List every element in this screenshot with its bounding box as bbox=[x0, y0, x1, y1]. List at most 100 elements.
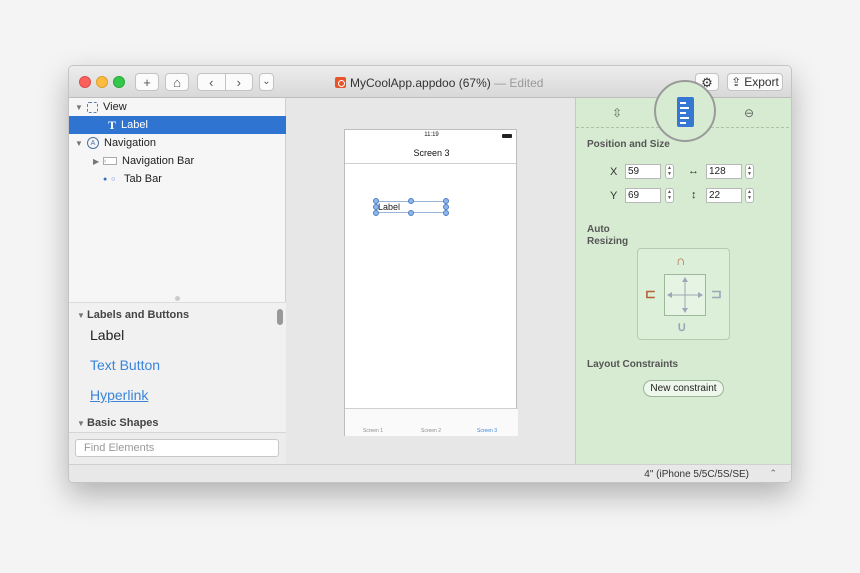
share-icon: ⇪ bbox=[731, 75, 742, 89]
tab-screen-2[interactable]: Screen 2 bbox=[411, 428, 451, 434]
document-title: MyCoolApp.appdoo (67%) — Edited bbox=[335, 76, 543, 90]
tree-item-view[interactable]: ▼ View bbox=[69, 98, 286, 116]
phone-screen[interactable]: 11:19 Screen 3 Label Screen 1 Screen 2 S… bbox=[344, 129, 518, 436]
view-icon bbox=[87, 101, 98, 113]
tree-item-label: Label bbox=[121, 119, 148, 131]
forward-button[interactable]: › bbox=[224, 74, 253, 90]
resize-handle-bottom[interactable] bbox=[408, 210, 414, 216]
document-status: — Edited bbox=[494, 76, 544, 90]
disclosure-triangle-icon[interactable]: ▼ bbox=[75, 103, 85, 112]
disclosure-triangle-icon[interactable]: ▶ bbox=[93, 157, 103, 166]
library-section-labels-buttons[interactable]: ▼ Labels and Buttons bbox=[77, 309, 189, 321]
navigation-segment: ‹ › bbox=[197, 73, 253, 91]
compass-icon: A bbox=[87, 137, 99, 149]
tab-screen-3[interactable]: Screen 3 bbox=[467, 428, 507, 434]
find-elements-input[interactable] bbox=[75, 439, 279, 457]
battery-icon bbox=[502, 134, 512, 138]
x-field[interactable]: 59 bbox=[625, 164, 661, 179]
status-bar: 4" (iPhone 5/5C/5S/SE) ⌃ bbox=[69, 464, 791, 482]
navigation-bar-icon: ‹ bbox=[103, 157, 117, 165]
tree-item-label: Tab Bar bbox=[124, 173, 162, 185]
resize-inner-box bbox=[664, 274, 706, 316]
auto-resizing-control[interactable]: ∩ ⊏ ⊐ ∪ bbox=[637, 248, 730, 340]
tab-screen-1[interactable]: Screen 1 bbox=[353, 428, 393, 434]
ruler-icon bbox=[677, 97, 694, 127]
new-constraint-button[interactable]: New constraint bbox=[643, 380, 724, 397]
design-canvas[interactable]: 11:19 Screen 3 Label Screen 1 Screen 2 S… bbox=[286, 98, 575, 464]
search-bar bbox=[69, 432, 286, 464]
disclosure-triangle-icon[interactable]: ▼ bbox=[75, 139, 85, 148]
inspector-tabs: ⇳ ⊖ bbox=[576, 80, 791, 142]
inspector-panel: ⇳ ⊖ Position and Size X 59 ▲ ▼ ↔ 128 ▲ ▼ Y… bbox=[575, 80, 791, 464]
properties-tab-icon[interactable]: ⇳ bbox=[612, 106, 622, 120]
screen-title: Screen 3 bbox=[413, 148, 450, 158]
left-magnet-icon[interactable]: ⊏ bbox=[645, 286, 656, 302]
left-sidebar: ▼ View T Label ▼ A Navigation ▶ ‹ Naviga… bbox=[69, 98, 286, 464]
resize-handle-bottom-right[interactable] bbox=[443, 210, 449, 216]
height-icon: ↕ bbox=[691, 189, 697, 201]
library-section-title: Basic Shapes bbox=[87, 417, 159, 429]
export-label: Export bbox=[744, 75, 779, 89]
width-stepper[interactable]: ▲ ▼ bbox=[745, 164, 754, 179]
panel-splitter[interactable] bbox=[69, 296, 286, 301]
tree-item-label: Navigation Bar bbox=[122, 155, 195, 167]
tree-item-navigation-bar[interactable]: ▶ ‹ Navigation Bar bbox=[69, 152, 286, 170]
right-magnet-icon[interactable]: ⊐ bbox=[711, 286, 722, 302]
chevron-down-icon: ⌄ bbox=[262, 76, 271, 87]
y-stepper[interactable]: ▲ ▼ bbox=[665, 188, 674, 203]
library-item-label[interactable]: Label bbox=[90, 327, 124, 343]
disclosure-triangle-icon: ▼ bbox=[77, 419, 85, 428]
home-icon: ⌂ bbox=[173, 74, 181, 90]
status-bar-time: 11:19 bbox=[424, 132, 439, 138]
library-scrollbar[interactable] bbox=[277, 309, 283, 325]
library-item-text-button[interactable]: Text Button bbox=[90, 357, 160, 373]
resize-handle-bottom-left[interactable] bbox=[373, 210, 379, 216]
interaction-tab-icon[interactable]: ⊖ bbox=[744, 106, 754, 120]
resize-handle-top[interactable] bbox=[408, 198, 414, 204]
bottom-magnet-icon[interactable]: ∪ bbox=[677, 319, 687, 335]
tree-item-navigation[interactable]: ▼ A Navigation bbox=[69, 134, 286, 152]
x-label: X bbox=[610, 166, 618, 178]
size-tab-highlight[interactable] bbox=[654, 80, 716, 142]
library-item-hyperlink[interactable]: Hyperlink bbox=[90, 387, 148, 403]
plus-icon: + bbox=[143, 74, 151, 90]
device-selector[interactable]: 4" (iPhone 5/5C/5S/SE) bbox=[644, 469, 749, 480]
width-icon: ↔ bbox=[688, 165, 699, 177]
text-icon: T bbox=[108, 117, 117, 132]
tree-item-label: View bbox=[103, 101, 127, 113]
position-size-title: Position and Size bbox=[587, 139, 670, 150]
library-section-basic-shapes[interactable]: ▼ Basic Shapes bbox=[77, 417, 159, 429]
chevron-updown-icon[interactable]: ⌃ bbox=[769, 468, 777, 479]
top-magnet-icon[interactable]: ∩ bbox=[676, 253, 685, 268]
document-icon bbox=[335, 77, 346, 88]
height-stepper[interactable]: ▲ ▼ bbox=[745, 188, 754, 203]
add-button[interactable]: + bbox=[135, 73, 159, 91]
tree-item-label-element[interactable]: T Label bbox=[69, 116, 286, 134]
zoom-window-button[interactable] bbox=[113, 76, 125, 88]
close-window-button[interactable] bbox=[79, 76, 91, 88]
height-field[interactable]: 22 bbox=[706, 188, 742, 203]
splitter-handle-icon bbox=[175, 296, 180, 301]
layout-constraints-title: Layout Constraints bbox=[587, 359, 679, 370]
resize-arrows-icon[interactable] bbox=[665, 275, 707, 317]
export-button[interactable]: ⇪ Export bbox=[727, 73, 783, 91]
disclosure-triangle-icon: ▼ bbox=[77, 311, 85, 320]
y-label: Y bbox=[610, 190, 618, 202]
tree-item-label: Navigation bbox=[104, 137, 156, 149]
document-name: MyCoolApp.appdoo (67%) bbox=[350, 76, 491, 90]
home-button[interactable]: ⌂ bbox=[165, 73, 189, 91]
tab-bar: Screen 1 Screen 2 Screen 3 bbox=[345, 408, 518, 436]
back-button[interactable]: ‹ bbox=[198, 74, 225, 90]
navigation-bar-divider bbox=[345, 163, 518, 164]
history-menu-button[interactable]: ⌄ bbox=[259, 73, 274, 91]
tree-item-tab-bar[interactable]: ● ○ Tab Bar bbox=[69, 170, 286, 188]
tab-bar-icon: ● ○ bbox=[103, 175, 117, 183]
library-section-title: Labels and Buttons bbox=[87, 309, 190, 321]
auto-resizing-title: Auto Resizing bbox=[587, 224, 629, 247]
minimize-window-button[interactable] bbox=[96, 76, 108, 88]
y-field[interactable]: 69 bbox=[625, 188, 661, 203]
width-field[interactable]: 128 bbox=[706, 164, 742, 179]
element-library: ▼ Labels and Buttons Label Text Button Hy… bbox=[69, 302, 286, 432]
x-stepper[interactable]: ▲ ▼ bbox=[665, 164, 674, 179]
app-window: + ⌂ ‹ › ⌄ MyCoolApp.appdoo (67%) — Edite… bbox=[68, 65, 792, 483]
